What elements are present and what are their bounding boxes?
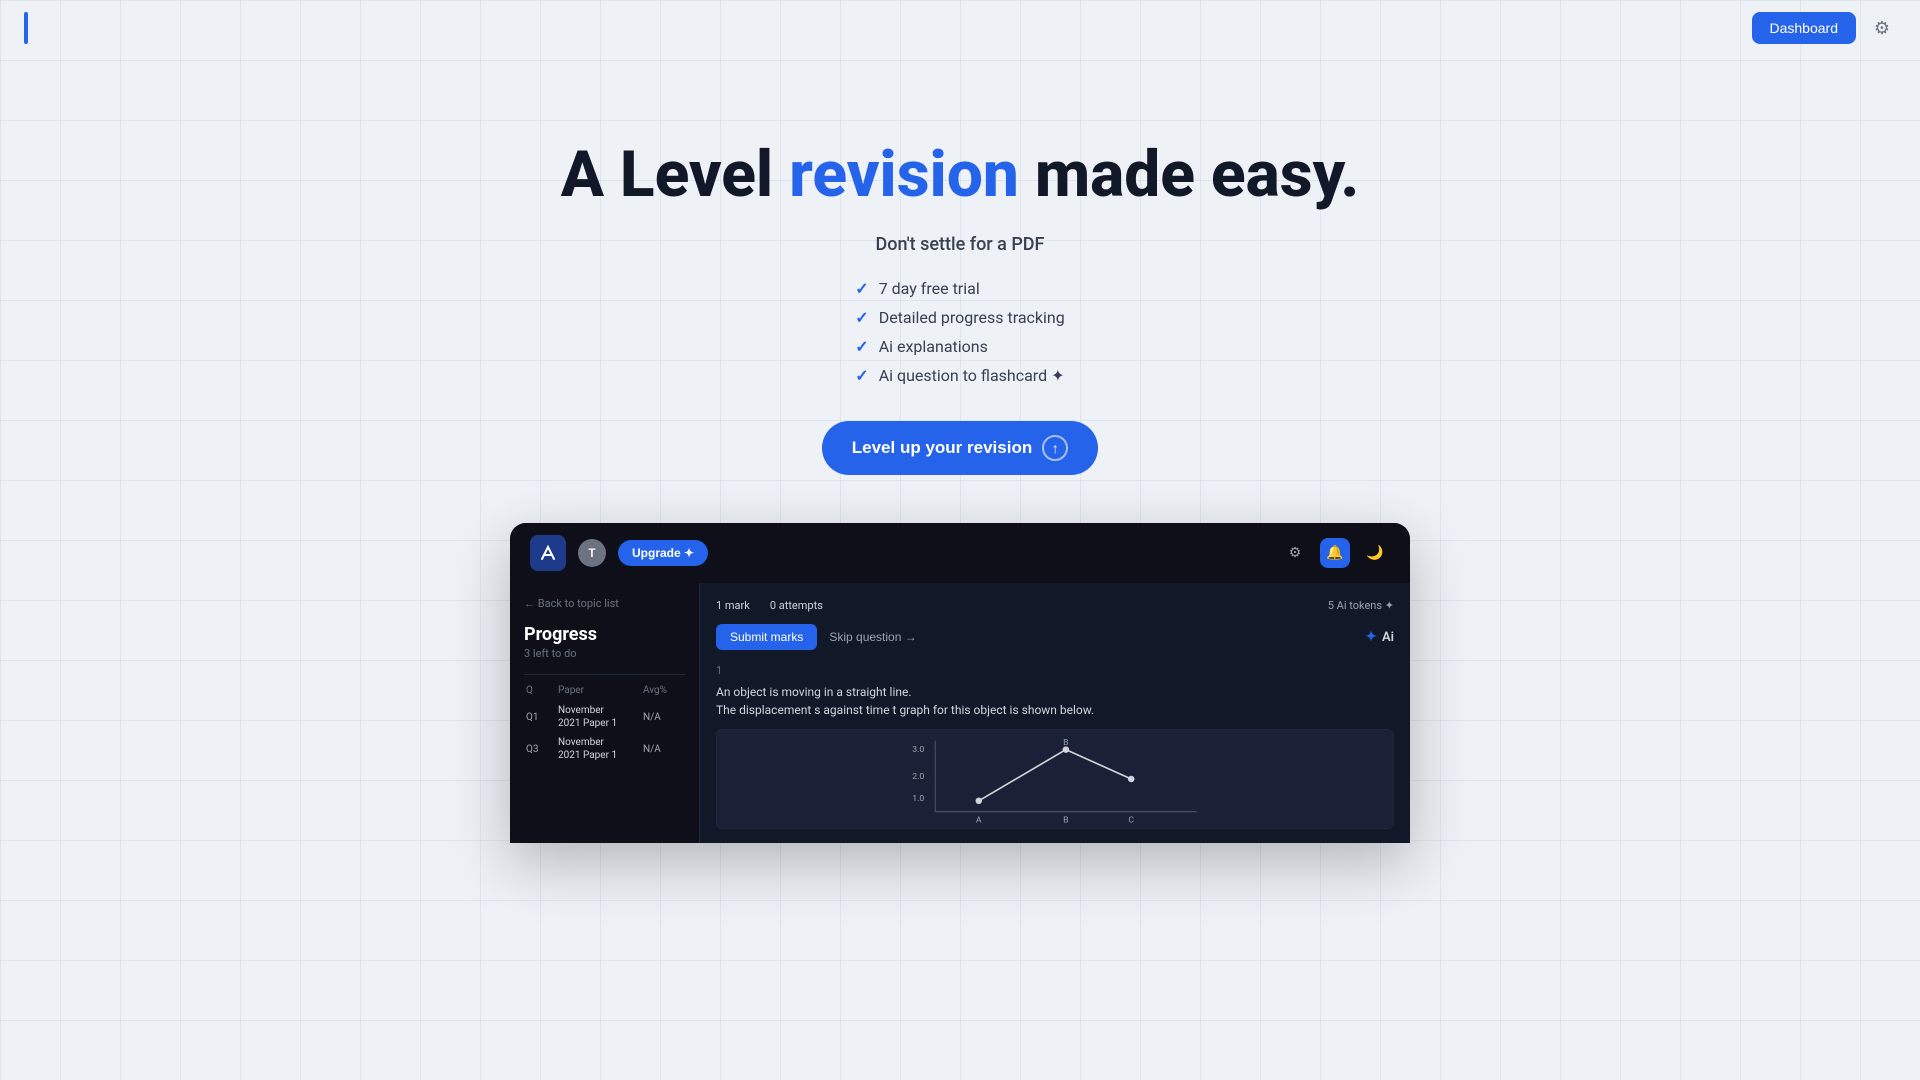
back-link-text: ← Back to topic list bbox=[524, 597, 619, 610]
svg-text:3.0: 3.0 bbox=[912, 745, 924, 755]
table-row: Q1 November2021 Paper 1 N/A bbox=[524, 704, 685, 730]
ai-spark-icon: ✦ bbox=[1365, 629, 1377, 645]
attempts-label: 0 attempts bbox=[770, 599, 823, 612]
question-line1: An object is moving in a straight line. bbox=[716, 685, 912, 699]
col-paper: Paper bbox=[558, 685, 639, 696]
feature-item-4: ✓ Ai question to flashcard ✦ bbox=[855, 366, 1064, 385]
mockup-bell-icon[interactable]: 🔔 bbox=[1320, 538, 1350, 568]
avg-val-2: N/A bbox=[643, 744, 683, 755]
ai-tokens-badge: 5 Ai tokens ✦ bbox=[1328, 599, 1394, 612]
feature-list: ✓ 7 day free trial ✓ Detailed progress t… bbox=[855, 279, 1064, 385]
cta-button[interactable]: Level up your revision ↑ bbox=[822, 421, 1098, 475]
mark-badge: 1 mark bbox=[716, 599, 750, 612]
question-text: An object is moving in a straight line. … bbox=[716, 683, 1394, 719]
progress-divider bbox=[524, 674, 685, 675]
paper-info-2: November2021 Paper 1 bbox=[558, 736, 639, 762]
mockup-sidebar: ← Back to topic list Progress 3 left to … bbox=[510, 583, 700, 843]
svg-text:B: B bbox=[1063, 816, 1068, 826]
question-number: 1 bbox=[716, 664, 1394, 677]
check-icon-2: ✓ bbox=[855, 308, 868, 327]
cta-highlight: revision bbox=[967, 438, 1032, 457]
check-icon-4: ✓ bbox=[855, 366, 868, 385]
hero-subheading: Don't settle for a PDF bbox=[876, 234, 1045, 255]
skip-question-button[interactable]: Skip question → bbox=[829, 630, 916, 644]
settings-icon[interactable]: ⚙ bbox=[1868, 14, 1896, 42]
submit-marks-button[interactable]: Submit marks bbox=[716, 624, 817, 650]
svg-text:A: A bbox=[976, 816, 982, 826]
question-actions: Submit marks Skip question → ✦ Ai bbox=[716, 624, 1394, 650]
attempts-badge: 0 attempts bbox=[770, 599, 823, 612]
progress-title: Progress bbox=[524, 624, 685, 645]
feature-text-3: Ai explanations bbox=[879, 337, 988, 356]
chart-area: 3.0 2.0 1.0 A B C B bbox=[716, 729, 1394, 829]
col-avg: Avg% bbox=[643, 685, 683, 696]
main-content: A Level revision made easy. Don't settle… bbox=[0, 0, 1920, 843]
svg-text:1.0: 1.0 bbox=[912, 794, 924, 804]
feature-text-4: Ai question to flashcard ✦ bbox=[879, 366, 1065, 385]
feature-item-2: ✓ Detailed progress tracking bbox=[855, 308, 1064, 327]
mockup-logo-area: T Upgrade ✦ bbox=[530, 535, 708, 571]
question-meta: 1 mark 0 attempts 5 Ai tokens ✦ bbox=[716, 599, 1394, 612]
avg-val-1: N/A bbox=[643, 712, 683, 723]
feature-item-3: ✓ Ai explanations bbox=[855, 337, 988, 356]
navbar: Dashboard ⚙ bbox=[0, 0, 1920, 56]
table-row-2: Q3 November2021 Paper 1 N/A bbox=[524, 736, 685, 762]
heading-part1: A Level bbox=[561, 137, 789, 212]
mockup-settings-icon[interactable]: ⚙ bbox=[1280, 538, 1310, 568]
feature-text-2: Detailed progress tracking bbox=[879, 308, 1065, 327]
q-label-2: Q3 bbox=[526, 744, 554, 755]
ai-button[interactable]: ✦ Ai bbox=[1365, 629, 1394, 645]
svg-text:C: C bbox=[1128, 816, 1134, 826]
back-to-topic-link[interactable]: ← Back to topic list bbox=[524, 597, 685, 610]
check-icon-3: ✓ bbox=[855, 337, 868, 356]
progress-table-header: Q Paper Avg% bbox=[524, 685, 685, 696]
heading-part2: made easy. bbox=[1019, 137, 1359, 212]
displacement-chart: 3.0 2.0 1.0 A B C B bbox=[717, 730, 1393, 828]
question-line2: The displacement s against time t graph … bbox=[716, 703, 1094, 717]
mockup-main: 1 mark 0 attempts 5 Ai tokens ✦ Submit m… bbox=[700, 583, 1410, 843]
paper-info-1: November2021 Paper 1 bbox=[558, 704, 639, 730]
mockup-titlebar: T Upgrade ✦ ⚙ 🔔 🌙 bbox=[510, 523, 1410, 583]
app-mockup: T Upgrade ✦ ⚙ 🔔 🌙 ← Back to topic list P… bbox=[510, 523, 1410, 843]
ai-label: Ai bbox=[1382, 630, 1394, 645]
mark-label: 1 mark bbox=[716, 599, 750, 612]
mockup-moon-icon[interactable]: 🌙 bbox=[1360, 538, 1390, 568]
check-icon-1: ✓ bbox=[855, 279, 868, 298]
heading-highlight: revision bbox=[789, 137, 1019, 212]
cta-text: Level up your revision bbox=[852, 438, 1032, 458]
navbar-right: Dashboard ⚙ bbox=[1752, 12, 1897, 44]
q-label-1: Q1 bbox=[526, 712, 554, 723]
progress-subtitle: 3 left to do bbox=[524, 647, 685, 660]
logo bbox=[24, 12, 28, 44]
upgrade-btn-label: Upgrade ✦ bbox=[632, 546, 694, 560]
mockup-upgrade-button[interactable]: Upgrade ✦ bbox=[618, 540, 708, 566]
col-q: Q bbox=[526, 685, 554, 696]
question-meta-left: 1 mark 0 attempts bbox=[716, 599, 823, 612]
hero-heading: A Level revision made easy. bbox=[561, 140, 1360, 210]
logo-bar bbox=[24, 12, 28, 44]
mockup-titlebar-right: ⚙ 🔔 🌙 bbox=[1280, 538, 1390, 568]
mockup-body: ← Back to topic list Progress 3 left to … bbox=[510, 583, 1410, 843]
cta-arrow-icon: ↑ bbox=[1042, 435, 1068, 461]
mockup-logo-icon bbox=[530, 535, 566, 571]
svg-text:2.0: 2.0 bbox=[912, 772, 924, 782]
dashboard-button[interactable]: Dashboard bbox=[1752, 12, 1857, 44]
mockup-avatar: T bbox=[578, 539, 606, 567]
avatar-letter: T bbox=[588, 546, 595, 560]
feature-item: ✓ 7 day free trial bbox=[855, 279, 979, 298]
ai-tokens-text: 5 Ai tokens ✦ bbox=[1328, 599, 1394, 612]
feature-text-1: 7 day free trial bbox=[879, 279, 980, 298]
